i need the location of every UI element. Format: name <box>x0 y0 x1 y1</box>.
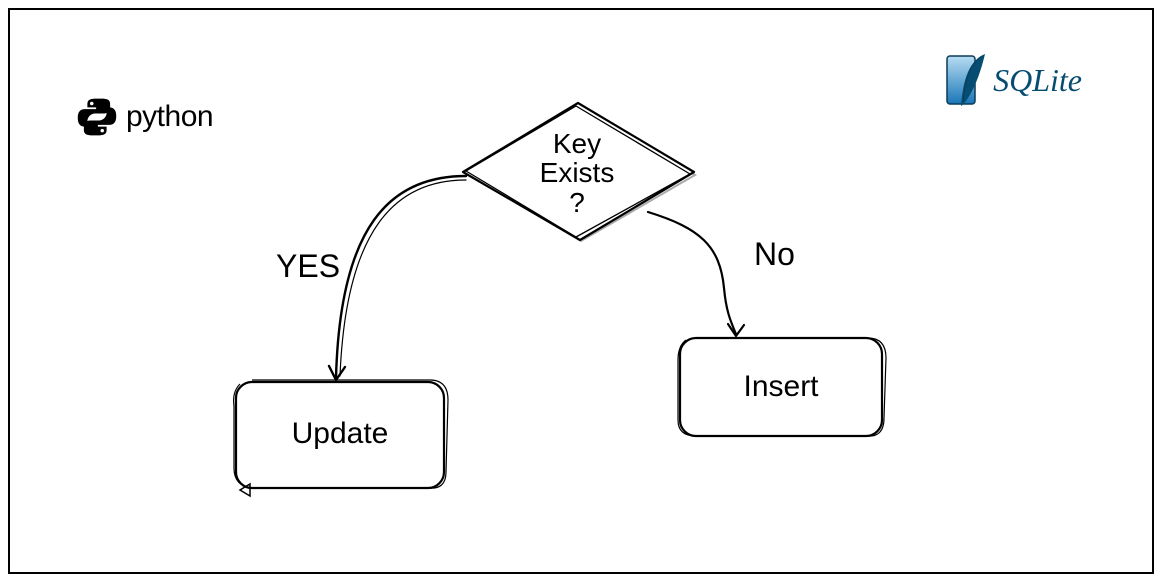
insert-label: Insert <box>743 370 818 404</box>
edge-label-no: No <box>754 236 795 273</box>
decision-label: Key Exists ? <box>540 129 615 217</box>
edge-label-yes: YES <box>276 248 340 285</box>
insert-node: Insert <box>678 336 884 438</box>
sqlite-logo-text: SQLite <box>993 62 1082 99</box>
python-logo-text: python <box>126 100 213 134</box>
python-logo: python <box>76 96 213 138</box>
sqlite-icon <box>945 52 989 108</box>
sqlite-logo: SQLite <box>945 52 1082 108</box>
decision-line3: ? <box>540 188 615 217</box>
update-node: Update <box>234 378 446 490</box>
python-icon <box>76 96 118 138</box>
decision-line2: Exists <box>540 158 615 187</box>
decision-line1: Key <box>540 129 615 158</box>
update-label: Update <box>292 417 389 451</box>
decision-node: Key Exists ? <box>458 98 696 248</box>
